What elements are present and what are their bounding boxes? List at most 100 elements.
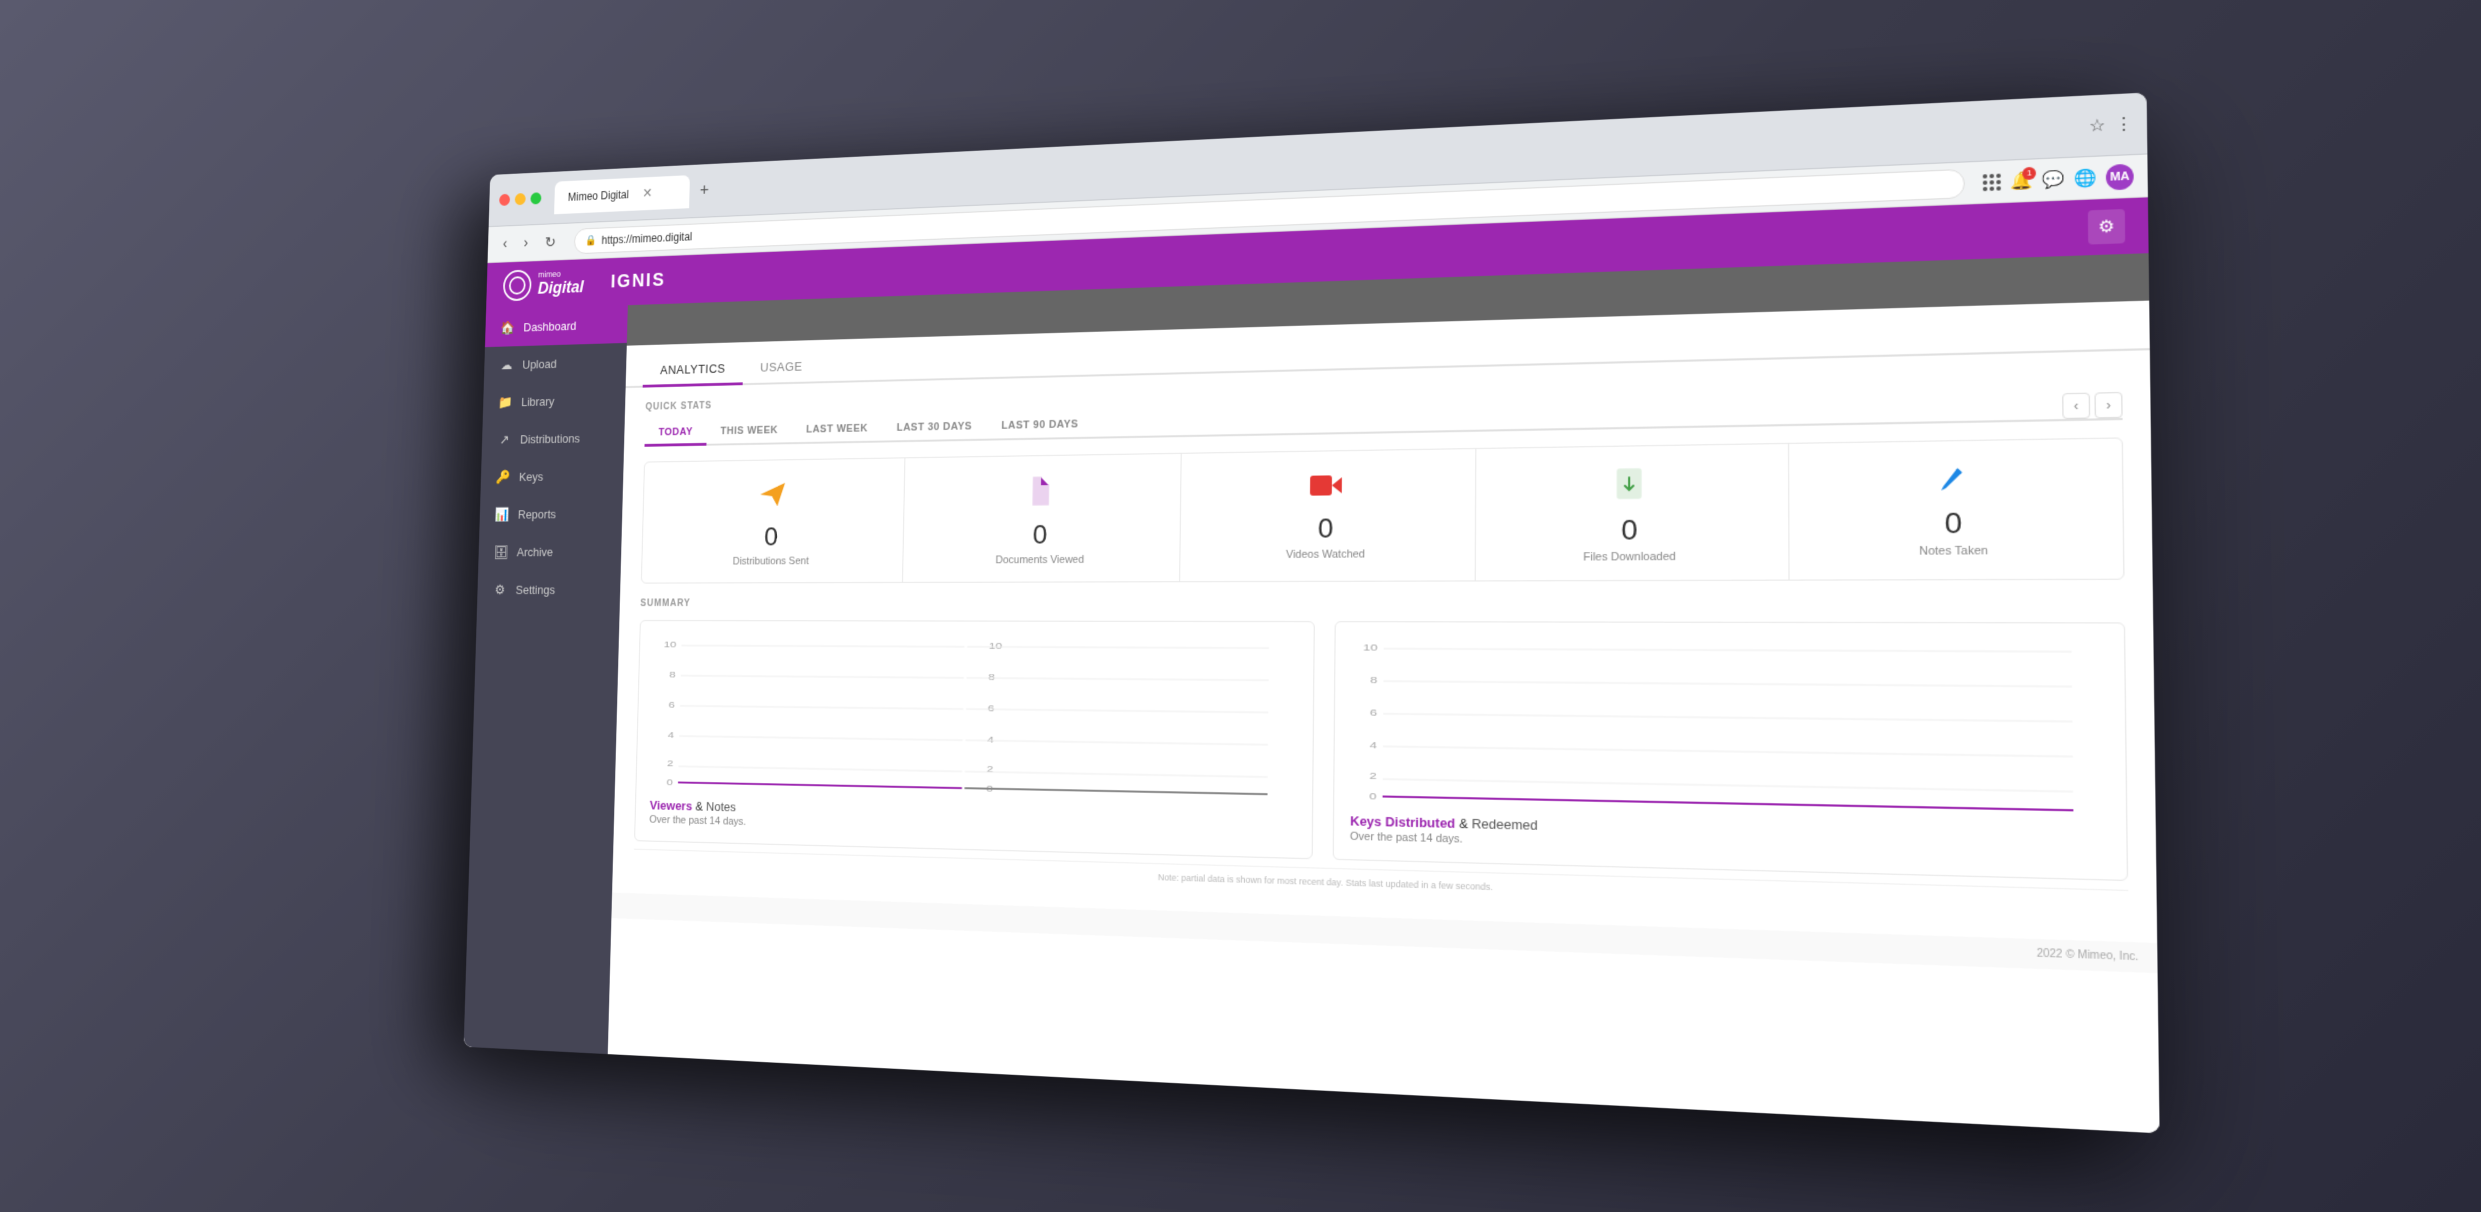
back-button[interactable]: ‹	[497, 232, 512, 256]
svg-text:0: 0	[1369, 792, 1377, 802]
settings-icon[interactable]: ⋮	[2114, 113, 2133, 135]
stats-cards: 0 Distributions Sent 0	[640, 437, 2124, 583]
sidebar-item-upload[interactable]: ☁ Upload	[483, 343, 626, 384]
svg-text:0: 0	[666, 778, 673, 787]
stat-value-distributions-sent: 0	[763, 524, 777, 551]
sidebar-label-keys: Keys	[518, 470, 542, 484]
stats-next-button[interactable]: ›	[2094, 391, 2122, 417]
time-pill-today[interactable]: TODAY	[644, 420, 706, 446]
svg-text:Thu: Thu	[1420, 804, 1438, 812]
sidebar-item-library[interactable]: 📁 Library	[482, 381, 625, 422]
sidebar-item-dashboard[interactable]: 🏠 Dashboard	[484, 305, 627, 347]
sidebar-label-dashboard: Dashboard	[523, 319, 576, 334]
svg-text:Sun: Sun	[1919, 815, 1940, 817]
keys-icon: 🔑	[495, 469, 510, 485]
svg-text:Wed: Wed	[1371, 803, 1392, 811]
stat-card-distributions-sent: 0 Distributions Sent	[641, 458, 905, 582]
svg-text:Fri: Fri	[1471, 805, 1484, 813]
svg-text:6: 6	[668, 701, 675, 710]
chart-svg-area-keys: 10 8 6 4 2 0	[1350, 638, 2107, 816]
content-area: ANALYTICS USAGE QUICK STATS TODAY THIS W…	[607, 253, 2159, 1133]
svg-text:8: 8	[1370, 676, 1378, 686]
files-downloaded-icon	[1615, 467, 1643, 508]
sidebar-label-library: Library	[521, 394, 554, 408]
forward-button[interactable]: ›	[518, 231, 533, 255]
distributions-icon: ↗	[496, 432, 511, 448]
stat-card-documents-viewed: 0 Documents Viewed	[903, 454, 1182, 582]
sidebar-item-distributions[interactable]: ↗ Distributions	[481, 419, 624, 459]
ssl-icon: 🔒	[584, 234, 596, 246]
time-pill-last-30[interactable]: LAST 30 DAYS	[881, 415, 986, 443]
chart-footer-keys: Keys Distributed & Redeemed Over the pas…	[1349, 813, 2107, 861]
logo-inner	[508, 276, 525, 295]
sidebar-item-settings[interactable]: ⚙ Settings	[476, 571, 620, 609]
chart-keys: 10 8 6 4 2 0	[1332, 621, 2127, 881]
bookmark-icon[interactable]: ☆	[2088, 114, 2105, 136]
chat-icon[interactable]: 💬	[2041, 168, 2064, 190]
settings-gear-button[interactable]: ⚙	[2087, 209, 2124, 245]
svg-text:Wed: Wed	[668, 789, 686, 797]
svg-text:6: 6	[1369, 709, 1377, 719]
archive-icon: 🗄	[493, 544, 508, 560]
tab-close-icon[interactable]: ✕	[642, 185, 652, 201]
reports-icon: 📊	[494, 507, 509, 523]
traffic-lights	[499, 192, 541, 206]
svg-text:2: 2	[986, 765, 993, 774]
svg-text:Sun: Sun	[815, 792, 831, 800]
svg-text:Thu: Thu	[1764, 812, 1783, 817]
quick-stats-section: QUICK STATS TODAY THIS WEEK LAST WEEK LA…	[619, 350, 2152, 598]
apps-icon[interactable]	[1982, 173, 2000, 191]
reload-button[interactable]: ↻	[539, 229, 561, 255]
chart-footer-viewers: Viewers & Notes Over the past 14 days.	[649, 798, 1296, 842]
tab-analytics[interactable]: ANALYTICS	[642, 353, 743, 387]
sidebar-item-archive[interactable]: 🗄 Archive	[478, 532, 622, 571]
translate-icon[interactable]: 🌐	[2073, 167, 2096, 189]
stat-card-notes-taken: 0 Notes Taken	[1788, 439, 2122, 580]
sidebar-item-keys[interactable]: 🔑 Keys	[480, 456, 623, 496]
svg-text:Sat: Sat	[1517, 806, 1534, 814]
chart-connector-viewers: &	[695, 799, 706, 814]
library-icon: 📁	[497, 394, 512, 410]
stats-prev-button[interactable]: ‹	[2062, 392, 2090, 418]
traffic-light-green[interactable]	[530, 192, 541, 204]
time-pill-last-week[interactable]: LAST WEEK	[791, 417, 882, 444]
chart-rest-keys: Redeemed	[1471, 816, 1537, 833]
stat-card-videos-watched: 0 Videos Watched	[1180, 449, 1475, 581]
app-content: mimeo Digital IGNIS ⚙ 🏠 Dashboard	[463, 197, 2159, 1133]
svg-text:4: 4	[1369, 741, 1377, 751]
svg-text:Sat: Sat	[1869, 814, 1887, 817]
chart-svg-area-viewers: 10 8 6 4 2 0	[650, 636, 1298, 800]
tab-usage[interactable]: USAGE	[742, 351, 820, 385]
notification-badge[interactable]: 🔔 1	[2010, 170, 2033, 192]
svg-text:Sat: Sat	[780, 791, 795, 799]
traffic-light-yellow[interactable]	[514, 193, 525, 205]
stat-label-documents-viewed: Documents Viewed	[995, 554, 1084, 566]
sidebar-item-reports[interactable]: 📊 Reports	[479, 494, 622, 533]
chart-rest-viewers: Notes	[705, 799, 735, 814]
user-avatar[interactable]: MA	[2105, 163, 2133, 190]
right-toolbar-icons: 🔔 1 💬 🌐 MA	[1982, 163, 2133, 195]
stat-value-files-downloaded: 0	[1621, 516, 1638, 545]
browser-window: Mimeo Digital ✕ + ☆ ⋮ ‹ › ↻ 🔒 https://mi…	[463, 93, 2159, 1134]
notif-count: 1	[2022, 166, 2036, 179]
svg-text:8: 8	[669, 671, 676, 680]
documents-viewed-icon	[1027, 475, 1054, 513]
browser-toolbar-right: ☆ ⋮	[2088, 113, 2132, 136]
laptop-wrapper: Mimeo Digital ✕ + ☆ ⋮ ‹ › ↻ 🔒 https://mi…	[141, 56, 2341, 1156]
chart-connector-keys: &	[1458, 816, 1471, 832]
time-pill-last-90[interactable]: LAST 90 DAYS	[986, 412, 1093, 440]
svg-text:Thu: Thu	[710, 790, 726, 798]
sidebar-label-distributions: Distributions	[519, 431, 579, 446]
stat-label-distributions-sent: Distributions Sent	[732, 556, 808, 568]
stat-label-files-downloaded: Files Downloaded	[1583, 551, 1676, 564]
svg-text:Mon: Mon	[1613, 808, 1634, 816]
stat-label-videos-watched: Videos Watched	[1285, 548, 1364, 560]
svg-text:Wed: Wed	[1712, 810, 1735, 816]
tab-new-button[interactable]: +	[692, 177, 715, 205]
browser-tab-active[interactable]: Mimeo Digital ✕	[554, 175, 690, 214]
svg-text:2: 2	[667, 760, 674, 769]
svg-text:Fri: Fri	[1819, 813, 1832, 817]
time-pill-this-week[interactable]: THIS WEEK	[706, 419, 792, 446]
traffic-light-red[interactable]	[499, 194, 510, 206]
svg-text:10: 10	[663, 641, 676, 650]
